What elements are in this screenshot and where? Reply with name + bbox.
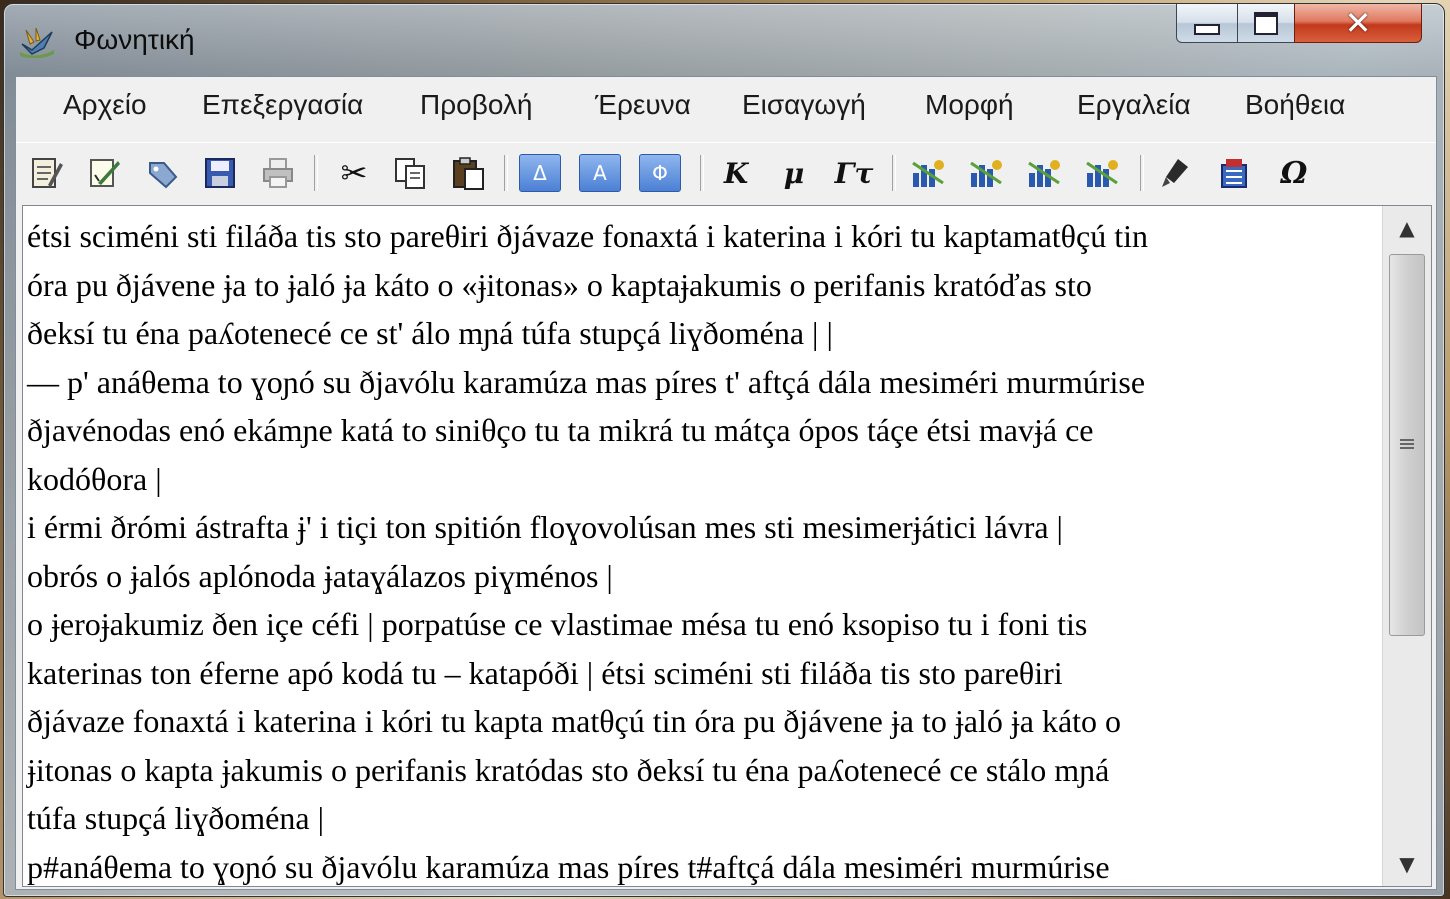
microphone-icon [1162,159,1188,187]
omega-button[interactable]: Ω [1272,152,1316,194]
toolbar-separator [1140,155,1144,191]
scroll-down-button[interactable]: ▼ [1383,842,1431,886]
arrow-up-icon: ▲ [1399,216,1415,240]
close-icon: ✕ [1344,4,1372,42]
mu-button[interactable]: μ [772,152,816,194]
text-line: ɉitonas o kapta ɉakumis o perifanis krat… [27,751,1110,788]
text-line: ðjávaze fonaxtá i katerina i kóri tu kap… [27,703,1122,739]
arrow-down-icon: ▼ [1399,852,1415,876]
chart-people-icon [970,160,1002,187]
copy-icon [395,158,425,189]
edit-document-button[interactable] [82,152,126,194]
bold-k-button[interactable]: Κ [714,152,758,194]
text-line: p#anáθema to ɣoɲó su ðjavólu karamúza ma… [27,848,1110,885]
maximize-icon [1254,11,1278,35]
text-line: obrós o ɉalós aplónoda ɉataɣálazos piɣmé… [27,557,613,594]
new-document-button[interactable] [24,152,68,194]
analysis-button-3[interactable] [1022,152,1066,194]
database-button[interactable] [1212,152,1256,194]
text-line: katerinas ton éferne apó kodá tu – katap… [27,654,1063,691]
chart-people-icon [912,160,944,187]
menu-bar: Αρχείο Επεξεργασία Προβολή Έρευνα Εισαγω… [16,77,1436,141]
microphone-button[interactable] [1154,152,1198,194]
app-window: Φωνητική ✕ Αρχείο Επεξεργασία Προβολή Έρ… [3,3,1445,897]
menu-view[interactable]: Προβολή [420,89,532,121]
alpha-button[interactable]: Α [578,152,622,194]
client-area: Αρχείο Επεξεργασία Προβολή Έρευνα Εισαγω… [15,76,1437,890]
menu-file[interactable]: Αρχείο [63,89,147,121]
text-line: ðeksí tu éna paʎotenecé ce st' álo mɲá t… [27,315,833,351]
text-line: túfa stupçá liɣðoména | [27,800,324,836]
title-bar[interactable]: Φωνητική ✕ [4,4,1444,76]
phonetic-a-button[interactable]: Δ [518,152,562,194]
toolbar: ✂ Δ Α Φ Κ μ Γτ Ω [16,142,1436,205]
copy-button[interactable] [388,152,432,194]
paste-button[interactable] [446,152,490,194]
grip-icon [1400,439,1414,451]
chart-people-icon [1086,160,1118,187]
app-logo-icon [20,27,54,58]
menu-tools[interactable]: Εργαλεία [1077,89,1191,121]
text-line: o ɉeroɉakumiz ðen içe céfi | porpatúse c… [27,606,1088,642]
minimize-icon [1194,23,1220,35]
minimize-button[interactable] [1176,4,1238,43]
menu-help[interactable]: Βοήθεια [1245,89,1345,121]
tag-icon [149,162,178,189]
window-title: Φωνητική [74,24,195,55]
clipboard-paste-icon [453,157,484,190]
toolbar-separator [700,155,704,191]
menu-edit[interactable]: Επεξεργασία [202,89,363,121]
menu-insert[interactable]: Εισαγωγή [742,89,866,121]
print-button[interactable] [256,152,300,194]
save-button[interactable] [198,152,242,194]
scroll-up-button[interactable]: ▲ [1383,206,1431,250]
text-line: ðjavénodas enó ekámɲe katá to siniθço tu… [27,412,1094,448]
text-line: óra pu ðjávene ɉa to ɉaló ɉa káto o «ɉit… [27,266,1092,303]
analysis-button-4[interactable] [1080,152,1124,194]
scroll-thumb[interactable] [1389,254,1425,636]
text-line: i érmi ðrómi ástrafta ɉ' i tiçi ton spit… [27,509,1063,545]
gamma-tau-button[interactable]: Γτ [832,152,876,194]
maximize-button[interactable] [1237,4,1295,43]
database-icon [1221,159,1247,188]
phi-button[interactable]: Φ [638,152,682,194]
analysis-button-1[interactable] [906,152,950,194]
alpha-icon: Α [579,154,621,192]
notepad-icon [32,158,63,188]
tag-button[interactable] [140,152,184,194]
close-button[interactable]: ✕ [1294,4,1422,43]
menu-research[interactable]: Έρευνα [595,89,691,121]
toolbar-separator [314,155,318,191]
text-line: — p' anáθema to ɣoɲó su ðjavólu karamúza… [27,363,1146,400]
edit-icon [90,159,120,187]
vertical-scrollbar[interactable]: ▲ ▼ [1382,206,1431,886]
chart-people-icon [1028,160,1060,187]
text-line: kodóθora | [27,460,162,497]
analysis-button-2[interactable] [964,152,1008,194]
toolbar-separator [892,155,896,191]
phi-icon: Φ [639,154,681,192]
scissors-icon: ✂ [340,154,368,192]
text-editor[interactable]: étsi sciméni sti filáða tis sto pareθiri… [22,205,1432,887]
printer-icon [263,158,293,188]
delta-icon: Δ [519,154,561,192]
text-line: étsi sciméni sti filáða tis sto pareθiri… [27,218,1148,254]
floppy-disk-icon [205,158,235,188]
cut-button[interactable]: ✂ [332,152,376,194]
toolbar-separator [504,155,508,191]
editor-text[interactable]: étsi sciméni sti filáða tis sto pareθiri… [27,212,1382,886]
menu-format[interactable]: Μορφή [925,89,1014,121]
